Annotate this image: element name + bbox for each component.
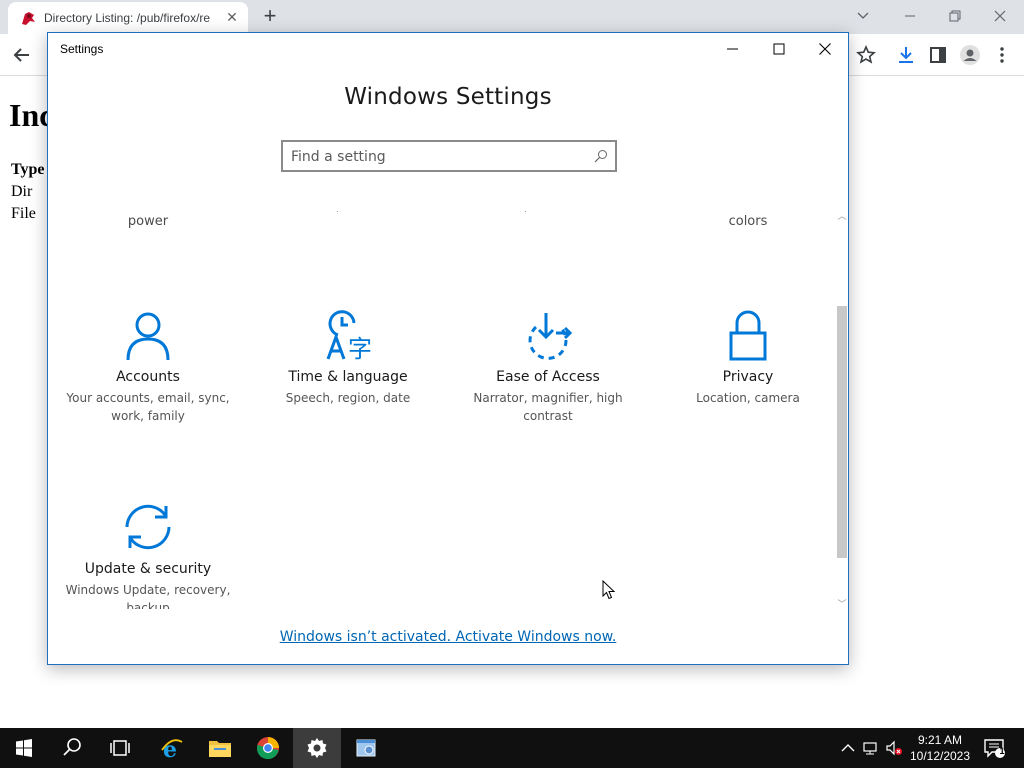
settings-minimize-button[interactable] (710, 33, 756, 65)
start-button[interactable] (0, 728, 48, 768)
search-icon (63, 738, 81, 756)
activate-windows-link[interactable]: Windows isn’t activated. Activate Window… (48, 629, 848, 645)
category-update-security[interactable]: Update & security Windows Update, recove… (48, 501, 248, 609)
browser-restore-icon[interactable] (941, 4, 969, 28)
page-row-type: Type (11, 161, 45, 178)
taskbar-search-button[interactable] (48, 728, 96, 768)
scroll-up-arrow-icon[interactable]: ︿ (837, 211, 847, 221)
scrollbar-thumb[interactable] (837, 306, 847, 558)
task-view-button[interactable] (96, 728, 144, 768)
minimize-icon (727, 48, 738, 50)
category-description: Your accounts, email, sync, work, family (66, 391, 230, 423)
settings-window: Settings Windows Settings power colors A… (47, 32, 849, 665)
internet-explorer-icon: e (161, 737, 183, 760)
ease-of-access-icon (528, 313, 573, 360)
category-privacy[interactable]: Privacy Location, camera (648, 309, 848, 439)
browser-tab-title: Directory Listing: /pub/firefox/re (44, 11, 211, 25)
page-row-file[interactable]: File (11, 205, 36, 223)
category-accounts[interactable]: Accounts Your accounts, email, sync, wor… (48, 309, 248, 439)
taskbar: e 9:21 AM 10/12/2023 1 (0, 728, 1024, 768)
notification-count-badge: 1 (999, 746, 1005, 756)
browser-minimize-icon[interactable] (896, 4, 924, 28)
network-icon[interactable] (861, 738, 881, 758)
taskbar-chrome[interactable] (244, 728, 292, 768)
chrome-icon (256, 737, 279, 760)
time-language-icon: 字 (326, 310, 372, 361)
settings-window-title: Settings (60, 42, 104, 56)
category-colors-label[interactable]: colors (648, 214, 848, 229)
taskbar-file-explorer[interactable] (196, 728, 244, 768)
category-description: Windows Update, recovery, backup (65, 583, 231, 609)
action-center-button[interactable]: 1 (980, 728, 1024, 768)
sync-icon (125, 504, 171, 550)
category-ease-of-access[interactable]: Ease of Access Narrator, magnifier, high… (448, 309, 648, 439)
taskbar-settings[interactable] (293, 728, 341, 768)
category-description: Location, camera (696, 391, 800, 405)
settings-search-box[interactable] (281, 140, 617, 172)
category-time-language[interactable]: 字 Time & language Speech, region, date (248, 309, 448, 439)
category-separator-dot (337, 211, 338, 212)
task-view-icon (110, 740, 130, 756)
category-separator-dot (525, 211, 526, 212)
new-tab-button[interactable]: + (258, 4, 282, 28)
maximize-icon (773, 43, 785, 55)
tab-close-icon[interactable]: ✕ (224, 9, 240, 25)
lock-icon (729, 310, 767, 361)
settings-close-button[interactable] (802, 33, 848, 65)
show-hidden-icons-chevron-icon[interactable] (838, 738, 858, 758)
browser-tabstrip: Directory Listing: /pub/firefox/re ✕ + (0, 0, 1024, 34)
back-arrow-icon[interactable] (11, 44, 33, 66)
category-description: Narrator, magnifier, high contrast (473, 391, 623, 423)
category-title: Privacy (722, 369, 774, 385)
bookmark-star-icon[interactable] (855, 44, 877, 66)
person-icon (126, 312, 170, 361)
close-icon (819, 43, 831, 55)
firefox-ftp-favicon-icon (22, 12, 35, 25)
folder-icon (209, 741, 231, 757)
app-window-icon (356, 739, 376, 757)
mouse-cursor-icon (602, 580, 616, 600)
category-title: Accounts (116, 369, 180, 385)
gear-icon (307, 738, 327, 758)
settings-maximize-button[interactable] (756, 33, 802, 65)
download-icon[interactable] (895, 44, 917, 66)
category-title: Time & language (288, 369, 408, 385)
category-description: Speech, region, date (285, 391, 411, 405)
settings-categories: power colors Accounts Your accounts, ema… (48, 209, 848, 609)
settings-search-input[interactable] (291, 147, 581, 167)
browser-tab[interactable]: Directory Listing: /pub/firefox/re ✕ (8, 2, 248, 34)
page-row-dir[interactable]: Dir (11, 183, 32, 201)
browser-close-icon[interactable] (986, 4, 1014, 28)
settings-scrollbar[interactable]: ︿ ﹀ (836, 211, 848, 609)
profile-avatar-icon[interactable] (959, 44, 981, 66)
scroll-down-arrow-icon[interactable]: ﹀ (837, 599, 847, 609)
settings-heading: Windows Settings (344, 84, 552, 110)
search-icon[interactable] (594, 149, 608, 163)
taskbar-internet-explorer[interactable]: e (148, 728, 196, 768)
taskbar-app[interactable] (342, 728, 390, 768)
category-power-label[interactable]: power (48, 214, 248, 229)
chrome-menu-icon[interactable] (991, 44, 1013, 66)
clock-time: 9:21 AM (917, 733, 963, 747)
taskbar-clock[interactable]: 9:21 AM 10/12/2023 (906, 732, 974, 764)
clock-date: 10/12/2023 (909, 749, 971, 763)
category-title: Ease of Access (496, 369, 600, 385)
settings-titlebar[interactable]: Settings (48, 33, 848, 65)
windows-logo-icon (16, 739, 32, 757)
svg-text:字: 字 (348, 335, 372, 361)
tab-search-chevron-icon[interactable] (852, 6, 874, 26)
side-panel-icon[interactable] (927, 44, 949, 66)
volume-muted-icon[interactable] (884, 738, 904, 758)
category-title: Update & security (84, 561, 212, 577)
